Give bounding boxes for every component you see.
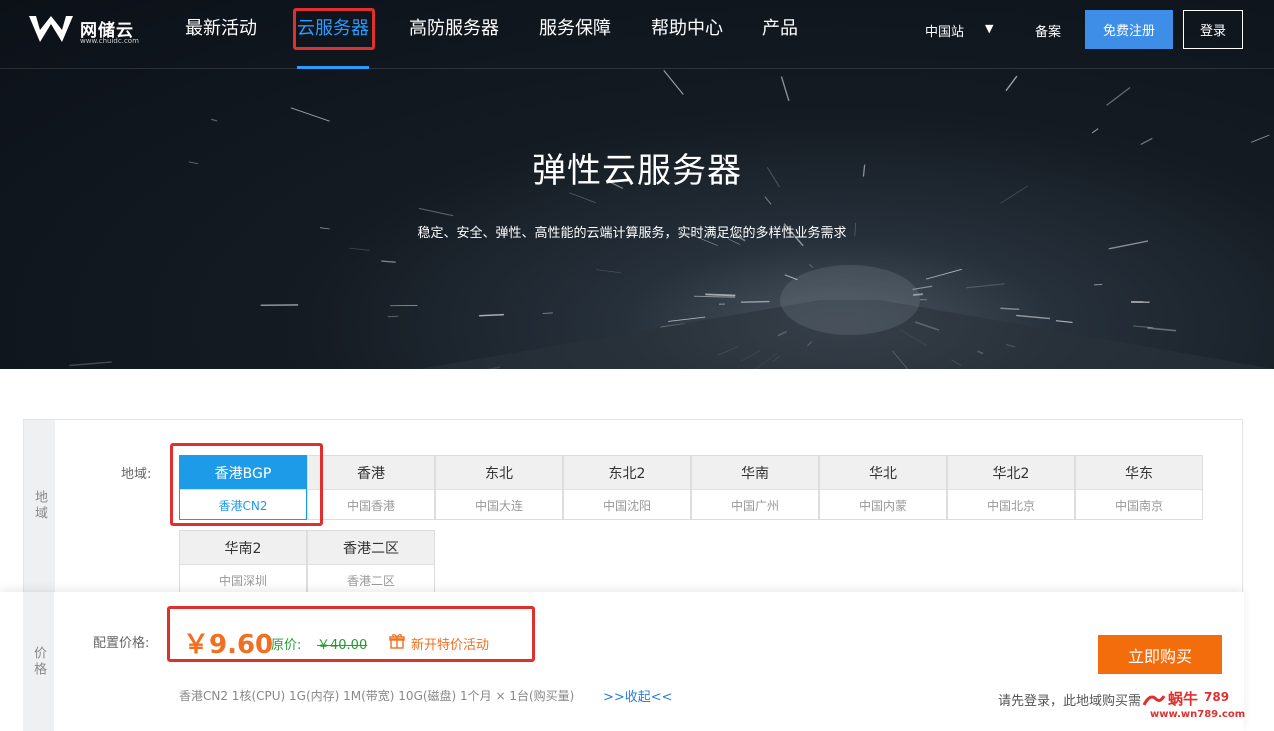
- nav-help-center[interactable]: 帮助中心: [651, 17, 723, 41]
- region-option-northeast-2[interactable]: 东北2 中国沈阳: [563, 455, 691, 520]
- hero-streak: [780, 76, 790, 101]
- config-summary: 香港CN2 1核(CPU) 1G(内存) 1M(带宽) 10G(磁盘) 1个月 …: [179, 689, 575, 703]
- price-label: 配置价格:: [93, 636, 150, 651]
- hero-streak: [1055, 320, 1073, 323]
- price-side-label: 价格: [23, 592, 54, 731]
- highlight-box-nav: [293, 8, 375, 50]
- watermark-url: www.wn789.com: [1150, 709, 1246, 720]
- login-button[interactable]: 登录: [1183, 10, 1243, 49]
- hero-streak: [740, 300, 770, 303]
- region-sub: 中国深圳: [218, 573, 267, 588]
- nav-ddos-server[interactable]: 高防服务器: [409, 17, 499, 41]
- hero-streak: [1016, 314, 1051, 320]
- region-name: 香港: [308, 456, 434, 490]
- beian-link[interactable]: 备案: [1035, 21, 1061, 40]
- region-option-south-china[interactable]: 华南 中国广州: [691, 455, 819, 520]
- hero-streak: [663, 70, 684, 95]
- hero-glow: [780, 265, 920, 335]
- hero-streak: [596, 269, 621, 274]
- region-option-east-china[interactable]: 华东 中国南京: [1075, 455, 1203, 520]
- region-sub: 中国香港: [346, 498, 395, 513]
- region-option-south-china-2[interactable]: 华南2 中国深圳: [179, 530, 307, 595]
- hero-streak: [69, 361, 112, 367]
- region-sub: 中国大连: [474, 498, 523, 513]
- hero-streak: [1108, 240, 1149, 250]
- region-option-northeast[interactable]: 东北 中国大连: [435, 455, 563, 520]
- nav-products[interactable]: 产品: [762, 17, 798, 41]
- region-name: 华北: [820, 456, 946, 490]
- region-sub: 中国广州: [730, 498, 779, 513]
- buy-now-button[interactable]: 立即购买: [1098, 635, 1222, 674]
- hero-streak: [1005, 75, 1018, 92]
- hero-streak: [1250, 134, 1270, 143]
- hero-streak: [693, 295, 736, 298]
- region-name: 华北2: [948, 456, 1074, 490]
- hero-streak: [966, 283, 1005, 289]
- watermark-text: 蜗牛: [1168, 690, 1199, 708]
- hero-streak: [290, 107, 330, 122]
- region-option-hk[interactable]: 香港 中国香港: [307, 455, 435, 520]
- logo-crown-icon: [29, 16, 73, 42]
- station-selector[interactable]: 中国站: [925, 21, 964, 40]
- region-sub: 中国北京: [986, 498, 1035, 513]
- region-sub: 中国沈阳: [602, 498, 651, 513]
- hero-streak: [808, 263, 814, 268]
- nav-active-underline: [297, 66, 369, 69]
- highlight-box-price: [167, 606, 535, 662]
- hero-streak: [479, 313, 504, 317]
- region-name: 东北2: [564, 456, 690, 490]
- hero-streak: [569, 192, 596, 204]
- hero-streak: [1106, 87, 1131, 106]
- register-button[interactable]: 免费注册: [1085, 10, 1173, 49]
- watermark-number: 789: [1204, 690, 1230, 704]
- hero-streak: [1091, 128, 1099, 134]
- region-sub: 中国内蒙: [858, 498, 907, 513]
- nav-latest-activity[interactable]: 最新活动: [185, 17, 257, 41]
- hero-streak: [348, 247, 371, 251]
- region-sub: 香港二区: [346, 573, 395, 588]
- chevron-down-icon[interactable]: ▼: [985, 22, 993, 35]
- hero-subtitle: 稳定、安全、弹性、高性能的云端计算服务，实时满足您的多样性业务需求: [417, 226, 847, 241]
- watermark: 蜗牛 789 www.wn789.com: [1142, 688, 1260, 726]
- nav-service-guarantee[interactable]: 服务保障: [539, 17, 611, 41]
- region-side-label: 地域: [24, 420, 55, 592]
- region-label: 地域:: [121, 467, 152, 482]
- hero-banner: 网储云 www.chuidc.com 最新活动 云服务器 高防服务器 服务保障 …: [0, 0, 1274, 369]
- hero-streak: [1093, 283, 1103, 286]
- hero-streak: [210, 118, 218, 122]
- hero-streak: [705, 293, 736, 297]
- hero-streak: [764, 196, 772, 205]
- logo[interactable]: 网储云 www.chuidc.com: [26, 12, 139, 48]
- region-name: 香港二区: [308, 531, 434, 565]
- login-hint: 请先登录，此地域购买需: [998, 694, 1142, 709]
- region-name: 东北: [436, 456, 562, 490]
- region-sub: 中国南京: [1114, 498, 1163, 513]
- region-option-north-china[interactable]: 华北 中国内蒙: [819, 455, 947, 520]
- brand-url: www.chuidc.com: [80, 37, 139, 45]
- region-name: 华东: [1076, 456, 1202, 490]
- hero-streak: [381, 260, 396, 263]
- hero-streak: [1147, 327, 1177, 332]
- collapse-toggle[interactable]: >>收起<<: [603, 686, 673, 705]
- hero-streak: [418, 207, 454, 217]
- hero-streak: [925, 268, 962, 280]
- hero-title: 弹性云服务器: [532, 151, 742, 191]
- region-option-north-china-2[interactable]: 华北2 中国北京: [947, 455, 1075, 520]
- snail-icon: [1142, 695, 1166, 706]
- highlight-box-region: [170, 443, 323, 526]
- region-option-hk-zone-2[interactable]: 香港二区 香港二区: [307, 530, 435, 595]
- top-navbar: 网储云 www.chuidc.com 最新活动 云服务器 高防服务器 服务保障 …: [0, 0, 1274, 69]
- region-name: 华南: [692, 456, 818, 490]
- hero-streak: [1000, 307, 1020, 311]
- region-name: 华南2: [180, 531, 306, 565]
